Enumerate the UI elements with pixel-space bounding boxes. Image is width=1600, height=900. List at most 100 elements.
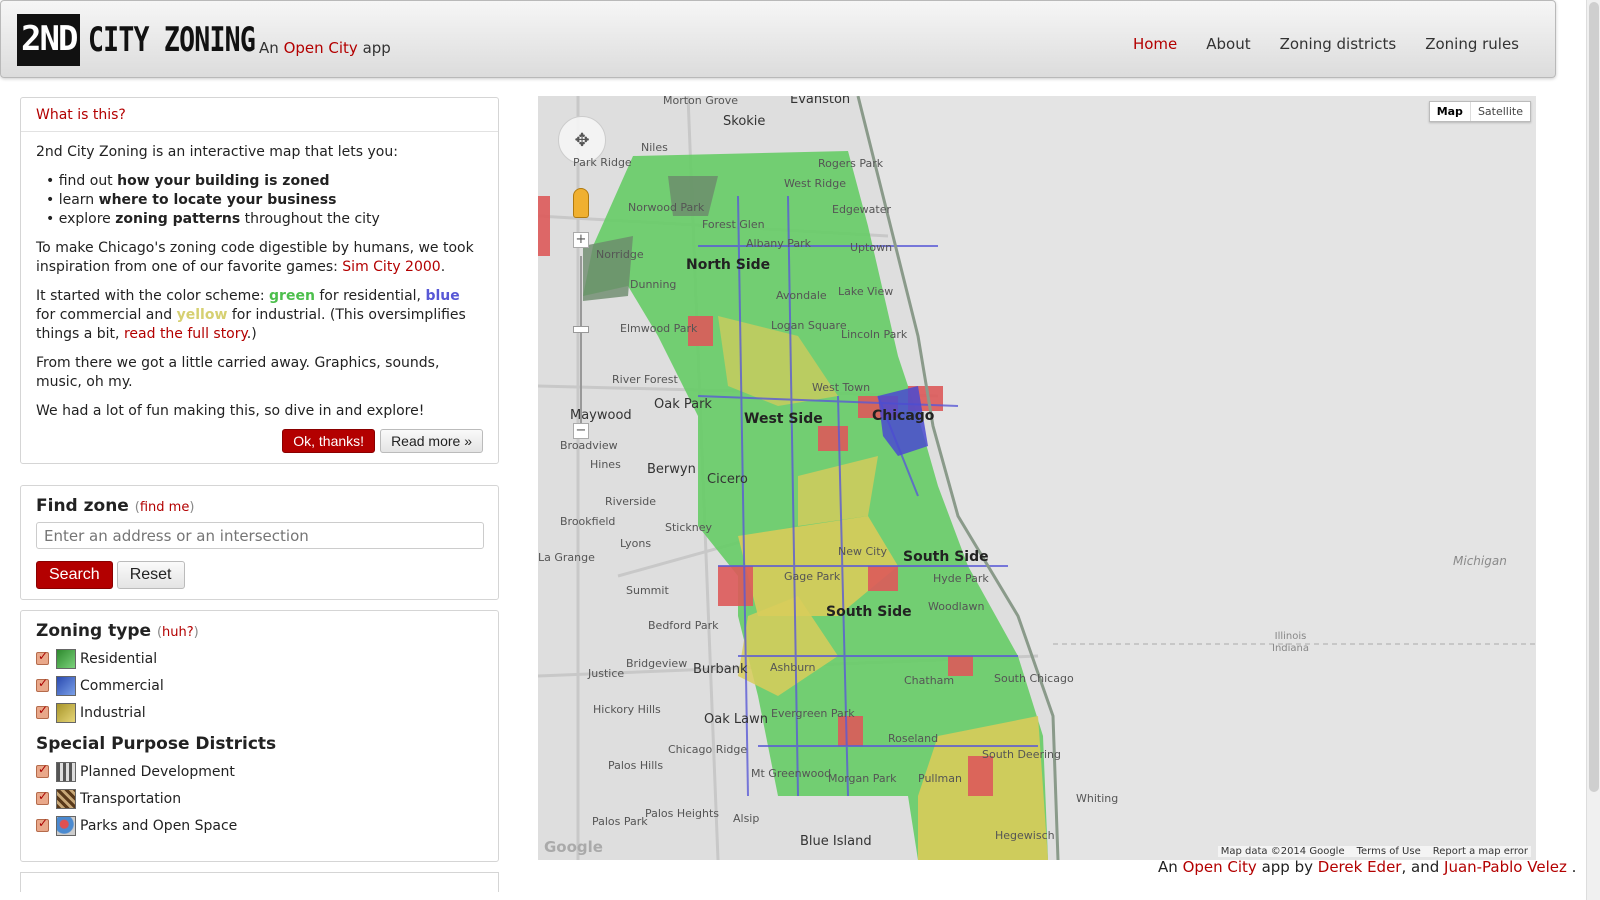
transportation-checkbox[interactable]	[36, 789, 49, 805]
map-label: Bridgeview	[626, 657, 688, 670]
next-panel-edge	[20, 872, 499, 892]
tagline: An Open City app	[259, 39, 391, 57]
industrial-toggle[interactable]: Industrial	[36, 699, 483, 726]
map-label: Roseland	[888, 732, 939, 745]
search-button[interactable]: Search	[36, 561, 113, 589]
map-label: Skokie	[723, 114, 766, 129]
open-city-link[interactable]: Open City	[284, 39, 358, 57]
map-label: Mt Greenwood	[751, 767, 832, 780]
ok-thanks-button[interactable]: Ok, thanks!	[282, 429, 376, 453]
industrial-label: Industrial	[80, 704, 146, 721]
map-label: Lyons	[620, 537, 652, 550]
street-view-pegman-icon[interactable]	[573, 188, 589, 218]
nav-about[interactable]: About	[1206, 35, 1250, 53]
map-label: Gage Park	[784, 570, 841, 583]
residential-toggle[interactable]: Residential	[36, 645, 483, 672]
map-label: Norwood Park	[628, 201, 705, 214]
logo-box: 2ND	[17, 14, 81, 66]
nav-zoning-districts[interactable]: Zoning districts	[1280, 35, 1397, 53]
map-type-satellite[interactable]: Satellite	[1471, 102, 1530, 121]
full-story-link[interactable]: read the full story	[124, 326, 247, 342]
map-label: Pullman	[918, 772, 962, 785]
residential-icon	[56, 648, 76, 669]
map-label: Bedford Park	[648, 619, 719, 632]
top-navbar: 2ND CITY ZONING An Open City app Home Ab…	[0, 0, 1556, 78]
terms-of-use-link[interactable]: Terms of Use	[1357, 846, 1421, 857]
special-districts-title: Special Purpose Districts	[36, 734, 277, 754]
map-label: Broadview	[560, 439, 618, 452]
read-more-button[interactable]: Read more »	[380, 429, 483, 453]
map-label: Norridge	[596, 248, 644, 261]
map-label: Hyde Park	[933, 572, 989, 585]
main-nav: Home About Zoning districts Zoning rules	[1104, 35, 1519, 53]
map-label: Burbank	[693, 662, 748, 677]
juan-pablo-velez-link[interactable]: Juan-Pablo Velez	[1444, 858, 1567, 876]
map-label: South Chicago	[994, 672, 1074, 685]
address-search-input[interactable]	[36, 522, 484, 549]
tagline-suffix: app	[362, 39, 391, 57]
industrial-checkbox[interactable]	[36, 703, 49, 719]
map-label: South Side	[826, 604, 912, 620]
map-label: Morgan Park	[828, 772, 897, 785]
map-label: Rogers Park	[818, 157, 884, 170]
industrial-icon	[56, 702, 76, 723]
footer-open-city-link[interactable]: Open City	[1183, 858, 1257, 876]
transportation-toggle[interactable]: Transportation	[36, 785, 483, 812]
planned-development-label: Planned Development	[80, 763, 235, 780]
map-label: Avondale	[776, 289, 827, 302]
zoom-slider-track[interactable]	[580, 256, 582, 431]
residential-checkbox[interactable]	[36, 649, 49, 665]
planned-development-toggle[interactable]: Planned Development	[36, 758, 483, 785]
parks-toggle[interactable]: Parks and Open Space	[36, 812, 483, 839]
map-label: Uptown	[850, 241, 893, 254]
map-label: Lake View	[838, 285, 894, 298]
map-label: West Ridge	[784, 177, 846, 190]
map-label: Cicero	[707, 472, 748, 487]
map-label: Michigan	[1453, 554, 1507, 568]
scrollbar-thumb[interactable]	[1589, 2, 1599, 792]
zoom-in-button[interactable]: +	[573, 232, 589, 248]
commercial-label: Commercial	[80, 677, 164, 694]
map-label: Oak Park	[654, 397, 712, 412]
pan-arrows-icon: ✥	[574, 129, 590, 151]
residential-label: Residential	[80, 650, 158, 667]
nav-home[interactable]: Home	[1133, 35, 1177, 53]
zoom-slider-thumb[interactable]	[573, 326, 589, 333]
list-item: learn where to locate your business	[46, 191, 483, 210]
planned-development-checkbox[interactable]	[36, 762, 49, 778]
reset-button[interactable]: Reset	[116, 561, 185, 589]
map-label: Palos Heights	[645, 807, 719, 820]
find-me-link[interactable]: find me	[140, 500, 189, 515]
map-label: Logan Square	[771, 319, 847, 332]
google-logo: Google	[544, 838, 603, 856]
report-map-error-link[interactable]: Report a map error	[1433, 846, 1528, 857]
zoning-type-title: Zoning type (huh?)	[36, 621, 199, 641]
commercial-toggle[interactable]: Commercial	[36, 672, 483, 699]
map-type-map[interactable]: Map	[1430, 102, 1471, 121]
parks-checkbox[interactable]	[36, 816, 49, 832]
zoning-map[interactable]: Map Satellite ✥ + − Evanston Morton Grov…	[538, 96, 1536, 860]
list-item: find out how your building is zoned	[46, 172, 483, 191]
logo-text: CITY ZONING	[88, 20, 256, 60]
sim-city-link[interactable]: Sim City 2000	[342, 259, 440, 275]
intro-paragraph-5: We had a lot of fun making this, so dive…	[36, 403, 425, 419]
commercial-checkbox[interactable]	[36, 676, 49, 692]
derek-eder-link[interactable]: Derek Eder	[1318, 858, 1402, 876]
huh-link[interactable]: huh?	[162, 625, 194, 640]
map-label: Berwyn	[647, 462, 696, 477]
map-label: Lincoln Park	[841, 328, 908, 341]
map-label: Albany Park	[746, 237, 812, 250]
map-label: Evanston	[790, 96, 851, 107]
map-label: Whiting	[1076, 792, 1119, 805]
intro-paragraph-3: It started with the color scheme: green …	[36, 288, 466, 342]
map-label: Edgewater	[832, 203, 892, 216]
map-label: Chicago	[872, 408, 935, 424]
nav-zoning-rules[interactable]: Zoning rules	[1425, 35, 1519, 53]
page-scrollbar[interactable]	[1586, 0, 1600, 900]
footer-credits: An Open City app by Derek Eder, and Juan…	[1158, 858, 1577, 876]
map-label: Summit	[626, 584, 669, 597]
transportation-icon	[56, 788, 76, 809]
parks-label: Parks and Open Space	[80, 817, 238, 834]
intro-panel: What is this? 2nd City Zoning is an inte…	[20, 97, 499, 464]
zoom-out-button[interactable]: −	[573, 423, 589, 439]
